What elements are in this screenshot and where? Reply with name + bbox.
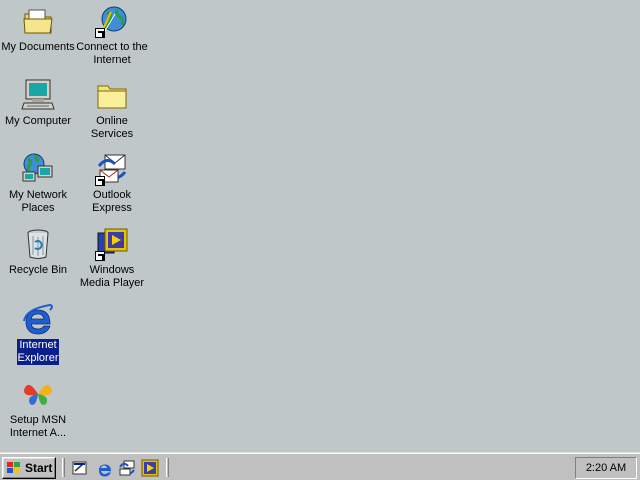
outlook-express-icon <box>119 460 135 476</box>
desktop-icon-windows-media-player[interactable]: Windows Media Player <box>74 227 150 290</box>
desktop-icon-recycle-bin[interactable]: Recycle Bin <box>0 227 76 277</box>
start-button[interactable]: Start <box>2 457 56 479</box>
desktop-icon-label: Online Services <box>90 115 134 140</box>
desktop-icon-label: Recycle Bin <box>8 264 68 276</box>
folder-documents-icon <box>21 4 55 38</box>
outlook-express-icon <box>95 152 129 186</box>
taskbar: Start 2:20 AM <box>0 452 640 480</box>
desktop-icon-label: My Documents <box>1 41 75 53</box>
shortcut-arrow-icon <box>95 176 105 186</box>
desktop-icon-label: Internet Explorer <box>15 338 61 366</box>
start-label: Start <box>25 461 53 475</box>
quick-launch-show-desktop[interactable] <box>71 459 89 477</box>
connect-internet-icon <box>95 4 129 38</box>
quick-launch-outlook-express[interactable] <box>118 459 136 477</box>
desktop-icon-label: Setup MSN Internet A... <box>9 414 67 439</box>
desktop-icon-connect-to-internet[interactable]: Connect to the Internet <box>74 4 150 67</box>
desktop-icon-my-network-places[interactable]: My Network Places <box>0 152 76 215</box>
windows-logo-icon <box>7 462 20 473</box>
desktop-icon-my-documents[interactable]: My Documents <box>0 4 76 54</box>
folder-icon <box>95 78 129 112</box>
media-player-icon <box>95 227 129 261</box>
shortcut-arrow-icon <box>95 28 105 38</box>
desktop-icon-label: Windows Media Player <box>79 264 145 289</box>
recycle-bin-icon <box>21 227 55 261</box>
desktop-icon-setup-msn[interactable]: Setup MSN Internet A... <box>0 377 76 440</box>
msn-butterfly-icon <box>21 377 55 411</box>
desktop-icon-my-computer[interactable]: My Computer <box>0 78 76 128</box>
quick-launch-internet-explorer[interactable] <box>95 459 113 477</box>
desktop-icon-online-services[interactable]: Online Services <box>74 78 150 141</box>
clock[interactable]: 2:20 AM <box>586 462 626 474</box>
desktop-icon-label: Connect to the Internet <box>76 41 148 66</box>
quick-launch-media-player[interactable] <box>141 459 159 477</box>
desktop-icon-outlook-express[interactable]: Outlook Express <box>74 152 150 215</box>
network-icon <box>21 152 55 186</box>
desktop-icon-internet-explorer[interactable]: Internet Explorer <box>0 302 76 366</box>
taskbar-grip[interactable] <box>62 458 65 477</box>
system-tray: 2:20 AM <box>575 457 637 479</box>
desktop-icon-label: My Computer <box>4 115 72 127</box>
show-desktop-icon <box>72 461 87 475</box>
shortcut-arrow-icon <box>95 251 105 261</box>
desktop-icon-label: Outlook Express <box>92 189 132 214</box>
internet-explorer-icon <box>21 302 55 336</box>
desktop-icon-label: My Network Places <box>8 189 68 214</box>
desktop[interactable]: My Documents Connect to the Internet My … <box>0 0 640 452</box>
taskbar-grip[interactable] <box>166 458 169 477</box>
computer-icon <box>21 78 55 112</box>
media-player-icon <box>141 459 159 477</box>
internet-explorer-icon <box>99 464 111 477</box>
